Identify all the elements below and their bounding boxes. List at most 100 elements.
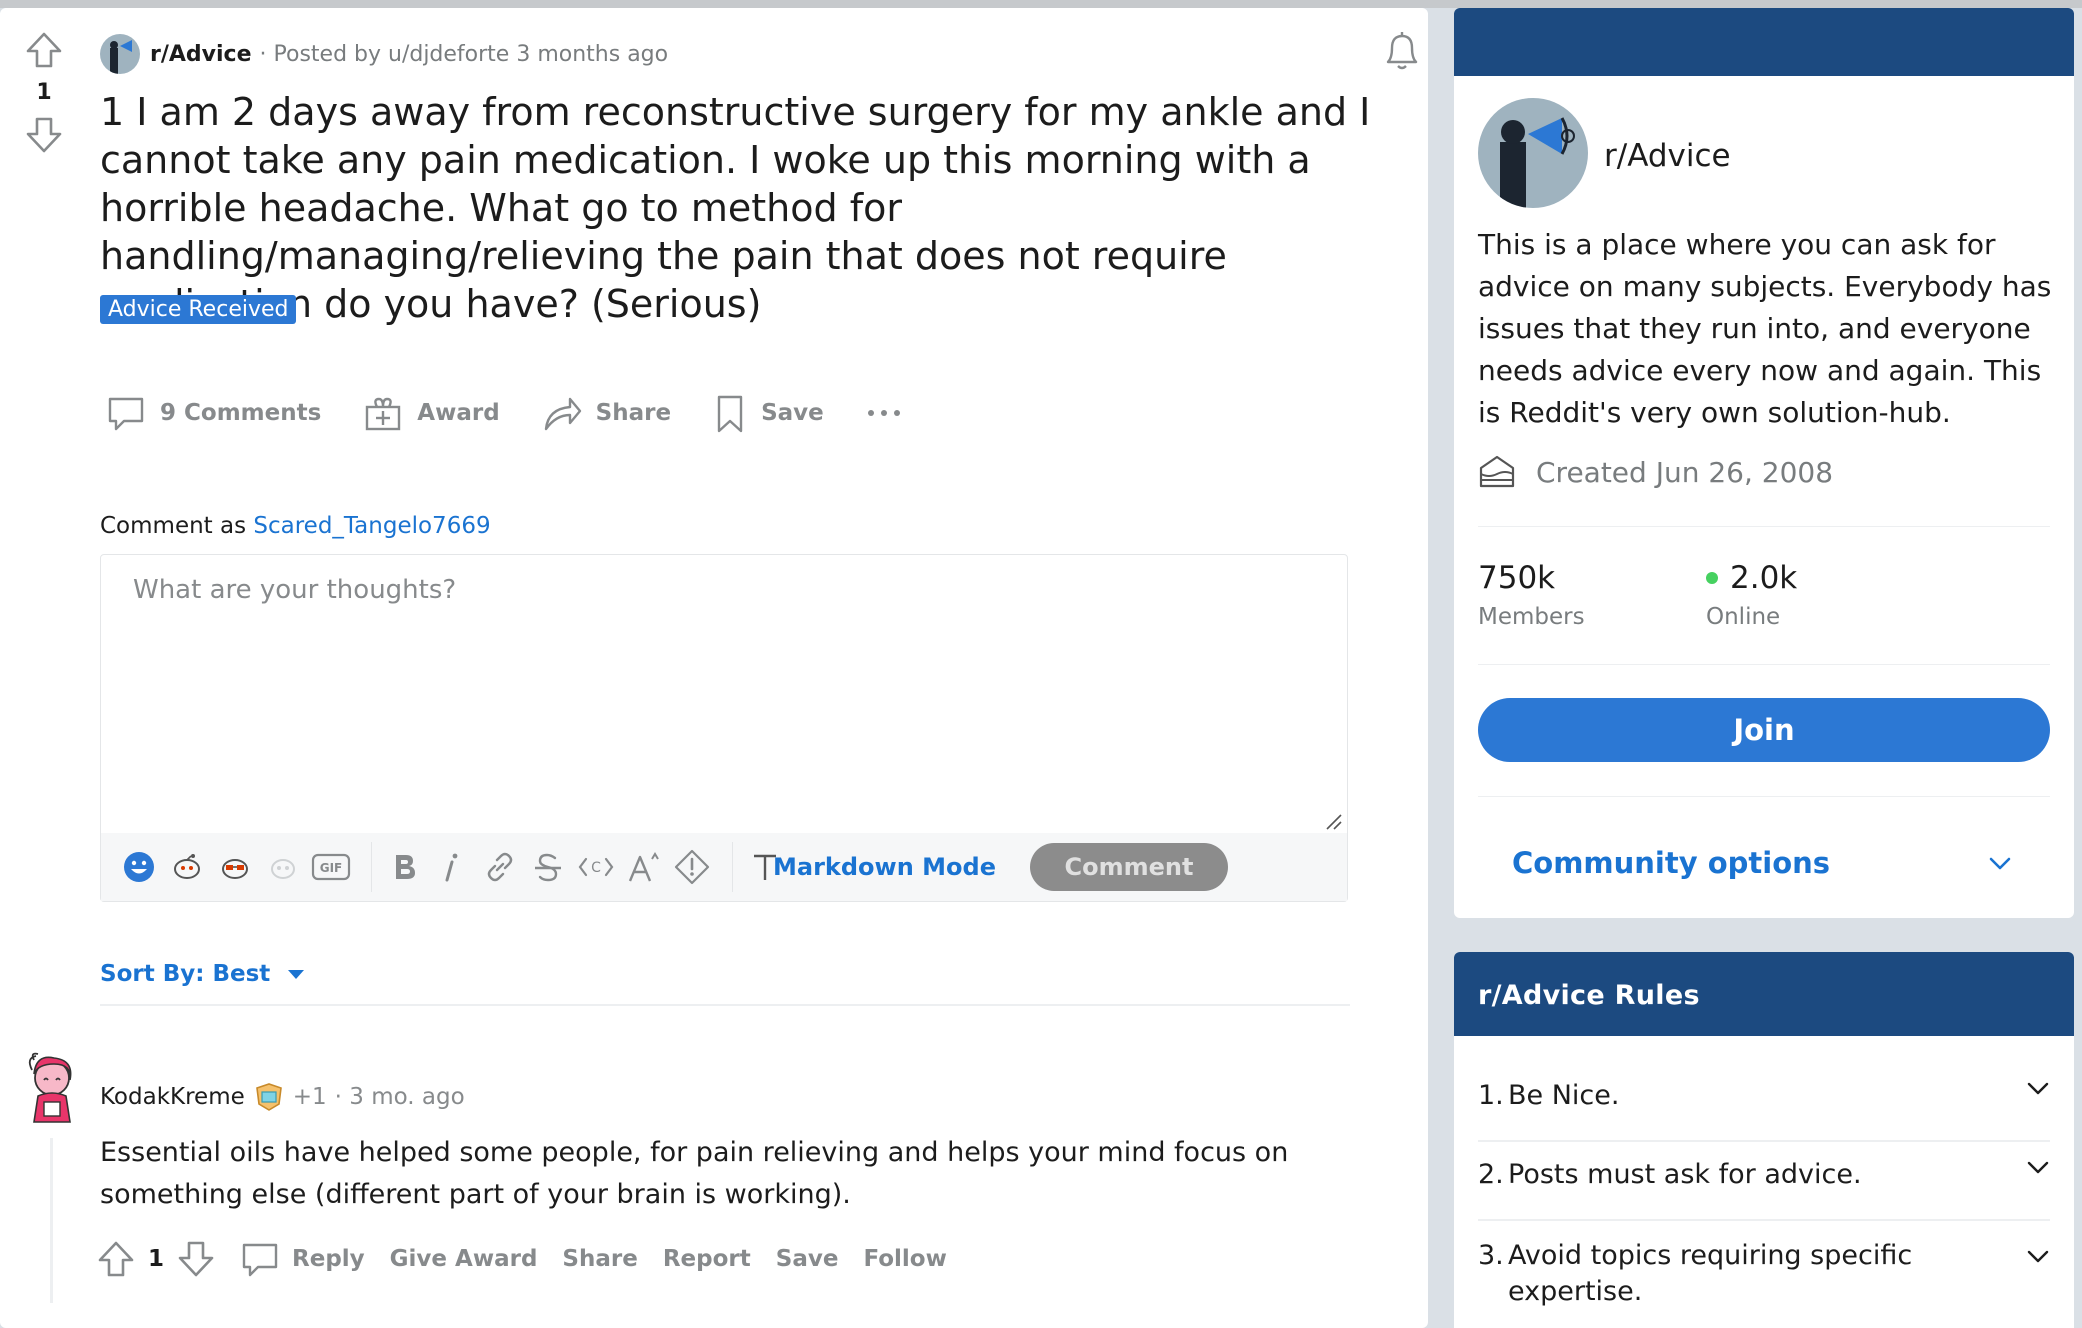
resize-grip-icon[interactable] [1325,813,1343,831]
emoji-icon[interactable] [119,847,159,887]
post-vote-column: 1 [18,30,70,155]
comment-editor: GIF C [100,554,1348,902]
gif-icon[interactable]: GIF [311,847,351,887]
rule-divider [1478,1140,2050,1142]
posted-by: · Posted by u/djdeforte 3 months ago [259,41,669,67]
community-options-toggle[interactable]: Community options [1512,846,2012,880]
bold-icon[interactable] [384,847,424,887]
superscript-icon[interactable] [624,847,664,887]
community-name[interactable]: r/Advice [1604,138,1731,174]
strikethrough-icon[interactable] [528,847,568,887]
share-label: Share [595,400,672,426]
community-options-label: Community options [1512,846,1831,880]
post-meta: r/Advice · Posted by u/djdeforte 3 month… [100,34,668,74]
italic-icon[interactable] [432,847,472,887]
markdown-mode-toggle[interactable]: Markdown Mode [773,853,996,881]
downvote-icon[interactable] [24,115,64,155]
about-card-header [1454,8,2074,76]
comment-as-label: Comment as [100,513,247,539]
about-divider [1478,526,2050,527]
chevron-down-icon [2027,1082,2049,1095]
chevron-down-icon [1989,857,2011,870]
reply-button[interactable]: Reply [240,1239,365,1279]
cake-icon [1479,455,1515,488]
rule-item[interactable]: 2. Posts must ask for advice. [1478,1159,2050,1190]
bookmark-icon [717,395,743,433]
comments-button[interactable]: 9 Comments [106,393,321,433]
award-button[interactable]: Award [363,393,500,433]
comment-as: Comment as Scared_Tangelo7669 [100,513,491,539]
comment-author-avatar[interactable] [24,1050,80,1126]
comment-author[interactable]: KodakKreme [100,1084,245,1110]
share-icon [544,397,581,431]
post-card: 1 r/Advice · Posted by u/djdeforte 3 mon… [0,8,1428,1328]
snoo-glasses-icon[interactable] [215,847,255,887]
save-button[interactable]: Save [713,393,824,433]
online-dot-icon [1706,572,1718,584]
comment-action-bar: 1 Reply Give Award Share Report Save Fol… [96,1239,972,1279]
subreddit-link[interactable]: r/Advice [150,42,252,67]
top-strip [0,0,2082,8]
rule-number: 1. [1478,1080,1504,1111]
online-stat: 2.0k Online [1706,560,1934,630]
post-title[interactable]: 1 I am 2 days away from reconstructive s… [100,88,1420,328]
award-badge-icon [255,1083,282,1111]
comment-submit-button[interactable]: Comment [1029,843,1228,891]
comment-as-username[interactable]: Scared_Tangelo7669 [253,513,490,539]
snoo-icon[interactable] [167,847,207,887]
rule-item[interactable]: 3. Avoid topics requiring specific expert… [1478,1238,2050,1310]
comment-share-button[interactable]: Share [562,1246,637,1272]
comment-save-button[interactable]: Save [776,1246,839,1272]
community-stats: 750k Members 2.0k Online [1478,560,1934,630]
notification-bell-icon[interactable] [1380,28,1424,74]
join-button[interactable]: Join [1478,698,2050,762]
inline-code-icon[interactable]: C [576,847,616,887]
save-label: Save [761,400,824,426]
sort-label: Sort By: Best [100,961,271,987]
toolbar-divider [371,842,372,892]
spoiler-icon[interactable] [672,847,712,887]
svg-text:C: C [591,860,601,876]
chevron-down-icon [2027,1250,2049,1263]
sort-divider [100,1004,1350,1006]
rule-text: Be Nice. [1508,1080,1620,1111]
toolbar-divider [732,842,733,892]
upvote-icon[interactable] [24,30,64,70]
comment-vote-count: 1 [148,1246,165,1272]
comment-icon [108,397,144,431]
award-label: Award [417,400,500,426]
more-options-button[interactable] [866,408,916,418]
follow-button[interactable]: Follow [863,1246,946,1272]
rules-card: r/Advice Rules 1. Be Nice. 2. Posts must a… [1454,952,2074,1328]
community-description: This is a place where you can ask for ad… [1478,228,2052,429]
gift-icon [366,397,401,431]
about-divider [1478,796,2050,797]
online-label: Online [1706,604,1781,630]
subreddit-avatar[interactable] [100,34,140,74]
report-button[interactable]: Report [663,1246,751,1272]
share-button[interactable]: Share [542,393,671,433]
community-avatar[interactable] [1478,98,1588,208]
give-award-button[interactable]: Give Award [390,1246,538,1272]
comment-thread-line[interactable] [50,1138,53,1303]
comment-toolbar: GIF C Markdown Mode Comment [101,833,1347,901]
sort-dropdown[interactable]: Sort By: Best [100,961,306,987]
comment-body: Essential oils have helped some people, … [100,1137,1289,1210]
comment-downvote-icon[interactable] [176,1239,216,1279]
snoo-faded-icon[interactable] [263,847,303,887]
rule-number: 3. [1478,1240,1504,1271]
community-created: Created Jun 26, 2008 [1478,454,1833,490]
rule-number: 2. [1478,1159,1504,1190]
members-count: 750k [1478,560,1556,596]
members-stat: 750k Members [1478,560,1706,630]
caret-down-icon [288,970,305,979]
link-icon[interactable] [480,847,520,887]
comment-upvote-icon[interactable] [96,1239,136,1279]
rule-item[interactable]: 1. Be Nice. [1478,1080,2050,1111]
members-label: Members [1478,604,1585,630]
about-divider [1478,664,2050,665]
rule-divider [1478,1219,2050,1221]
online-count: 2.0k [1730,560,1798,596]
post-flair[interactable]: Advice Received [100,295,297,324]
comment-textarea[interactable] [101,555,1347,833]
